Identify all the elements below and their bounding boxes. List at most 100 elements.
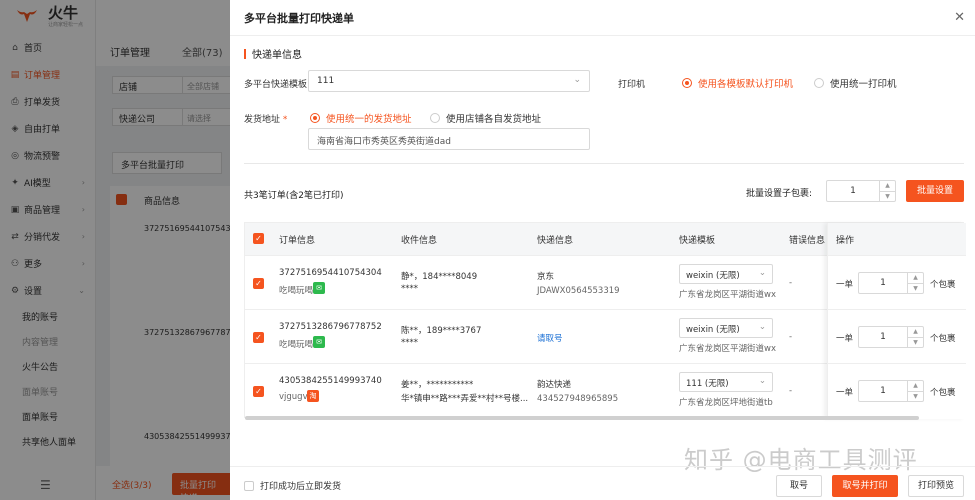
error-info: - (789, 332, 793, 342)
pkg-stepper[interactable]: 1 ▲ ▼ (858, 326, 924, 348)
stepper-value: 1 (880, 332, 886, 342)
chevron-up-icon[interactable]: ▲ (908, 327, 923, 338)
template-select[interactable]: weixin (无限) ⌄ (679, 264, 773, 284)
radio-dot (682, 78, 692, 88)
template-address: 广东省龙岗区平湖街道wx (679, 290, 776, 300)
receiver-address: **** (401, 284, 418, 294)
col-error: 错误信息 (789, 236, 826, 246)
checkbox-box[interactable] (244, 480, 254, 491)
express-name: 韵达快递 (537, 380, 572, 390)
template-label-text: 多平台快递模板 (244, 80, 308, 90)
template-value: weixin (无限) (686, 325, 740, 335)
template-select[interactable]: 111 (无限) ⌄ (679, 372, 773, 392)
op-suffix: 个包裹 (930, 334, 956, 344)
chevron-up-icon[interactable]: ▲ (908, 273, 923, 284)
express-name: 京东 (537, 272, 555, 282)
order-summary: 共3笔订单(含2笔已打印) (244, 191, 344, 201)
receiver-info: 姜**，*********** (401, 380, 474, 390)
radio-label: 使用统一的发货地址 (326, 114, 412, 125)
order-table: ✓ 订单信息 收件信息 快递信息 快递模板 错误信息 ✓ 37275169544… (244, 222, 966, 420)
receiver-address: **** (401, 338, 418, 348)
operation-column: 操作 一单 1 ▲ ▼ 个包裹 一单 1 ▲ ▼ 个包裹 一单 1 ▲ ▼ 个包裹 (827, 223, 966, 419)
chevron-down-icon: ⌄ (573, 75, 581, 85)
close-icon[interactable]: ✕ (954, 10, 965, 25)
row-checkbox[interactable]: ✓ (253, 386, 264, 397)
template-value: 111 (无限) (686, 379, 729, 389)
receiver-info: 静*，184****8049 (401, 272, 478, 282)
address-select[interactable]: 海南省海口市秀英区秀英街道dad (308, 128, 590, 150)
shop-name: vjgugv (279, 392, 308, 402)
radio-label: 使用统一打印机 (830, 79, 897, 90)
stepper-value: 1 (880, 386, 886, 396)
address-label-text: 发货地址 (244, 115, 281, 125)
order-id: 4305384255149993740 (279, 376, 382, 386)
stepper-arrows[interactable]: ▲ ▼ (907, 273, 923, 293)
ship-after-print-checkbox[interactable]: 打印成功后立即发货 (244, 479, 341, 492)
col-receiver: 收件信息 (401, 236, 438, 246)
address-unified-radio[interactable]: 使用统一的发货地址 (310, 111, 412, 125)
select-all-checkbox[interactable]: ✓ (253, 233, 264, 244)
chevron-down-icon[interactable]: ▼ (880, 192, 895, 202)
chevron-down-icon[interactable]: ▼ (908, 338, 923, 348)
template-select[interactable]: 111 ⌄ (308, 70, 590, 92)
op-prefix: 一单 (836, 280, 854, 290)
printer-label: 打印机 (618, 80, 646, 90)
radio-dot (310, 113, 320, 123)
chevron-up-icon[interactable]: ▲ (880, 181, 895, 192)
error-info: - (789, 386, 793, 396)
stepper-arrows[interactable]: ▲ ▼ (907, 327, 923, 347)
row-checkbox[interactable]: ✓ (253, 278, 264, 289)
stepper-value: 1 (880, 278, 886, 288)
chevron-down-icon: ⌄ (758, 268, 766, 278)
receiver-address: 华*镇申**路***弄爱**村**号楼... (401, 394, 529, 404)
template-value: weixin (无限) (686, 271, 740, 281)
address-select-value: 海南省海口市秀英区秀英街道dad (317, 137, 451, 147)
template-select-value: 111 (317, 76, 335, 86)
app-root: 火牛 让商家轻松一点 ⌂ 首页 ▤ 订单管理 ⎙ 打单发货 ◈ 自由打单 ◎ 物流预警 ✦… (0, 0, 975, 500)
order-id: 3727513286796778752 (279, 322, 382, 332)
printer-unified-radio[interactable]: 使用统一打印机 (814, 76, 897, 90)
required-mark: * (280, 115, 288, 125)
template-label: 多平台快递模板 * (244, 77, 314, 90)
template-select[interactable]: weixin (无限) ⌄ (679, 318, 773, 338)
col-express: 快递信息 (537, 236, 574, 246)
batch-set-button[interactable]: 批量设置 (906, 180, 964, 202)
radio-label: 使用各模板默认打印机 (698, 79, 794, 90)
address-shop-radio[interactable]: 使用店铺各自发货地址 (430, 111, 541, 125)
op-row: 一单 1 ▲ ▼ 个包裹 (828, 363, 966, 417)
stepper-arrows[interactable]: ▲ ▼ (879, 181, 895, 201)
shop-name: 吃喝玩喝 (279, 286, 314, 296)
stepper-arrows[interactable]: ▲ ▼ (907, 381, 923, 401)
order-id: 3727516954410754304 (279, 268, 382, 278)
wechat-icon: ✉ (313, 336, 325, 348)
row-checkbox[interactable]: ✓ (253, 332, 264, 343)
tracking-number: JDAWX0564553319 (537, 286, 620, 296)
section-accent-bar (244, 48, 246, 59)
take-number-button[interactable]: 取号 (776, 475, 822, 497)
tracking-number: 434527948965895 (537, 394, 619, 404)
section-title-text: 快递单信息 (252, 50, 302, 61)
take-and-print-button[interactable]: 取号并打印 (832, 475, 898, 497)
shop-name: 吃喝玩喝 (279, 340, 314, 350)
print-preview-button[interactable]: 打印预览 (908, 475, 964, 497)
horizontal-scrollbar[interactable] (245, 416, 919, 420)
pkg-stepper[interactable]: 1 ▲ ▼ (858, 380, 924, 402)
receiver-info: 陈**，189****3767 (401, 326, 482, 336)
drawer-footer: 打印成功后立即发货 取号 取号并打印 打印预览 (230, 466, 975, 500)
col-order-info: 订单信息 (279, 236, 316, 246)
op-prefix: 一单 (836, 388, 854, 398)
wechat-icon: ✉ (313, 282, 325, 294)
chevron-up-icon[interactable]: ▲ (908, 381, 923, 392)
chevron-down-icon[interactable]: ▼ (908, 392, 923, 402)
pkg-stepper[interactable]: 1 ▲ ▼ (858, 272, 924, 294)
template-address: 广东省龙岗区平湖街道wx (679, 344, 776, 354)
batch-pkg-stepper[interactable]: 1 ▲ ▼ (826, 180, 896, 202)
op-prefix: 一单 (836, 334, 854, 344)
chevron-down-icon[interactable]: ▼ (908, 284, 923, 294)
op-row: 一单 1 ▲ ▼ 个包裹 (828, 255, 966, 309)
divider (244, 163, 964, 164)
take-number-link[interactable]: 请取号 (537, 332, 563, 344)
printer-default-radio[interactable]: 使用各模板默认打印机 (682, 76, 793, 90)
op-row: 一单 1 ▲ ▼ 个包裹 (828, 309, 966, 363)
radio-label: 使用店铺各自发货地址 (446, 114, 542, 125)
